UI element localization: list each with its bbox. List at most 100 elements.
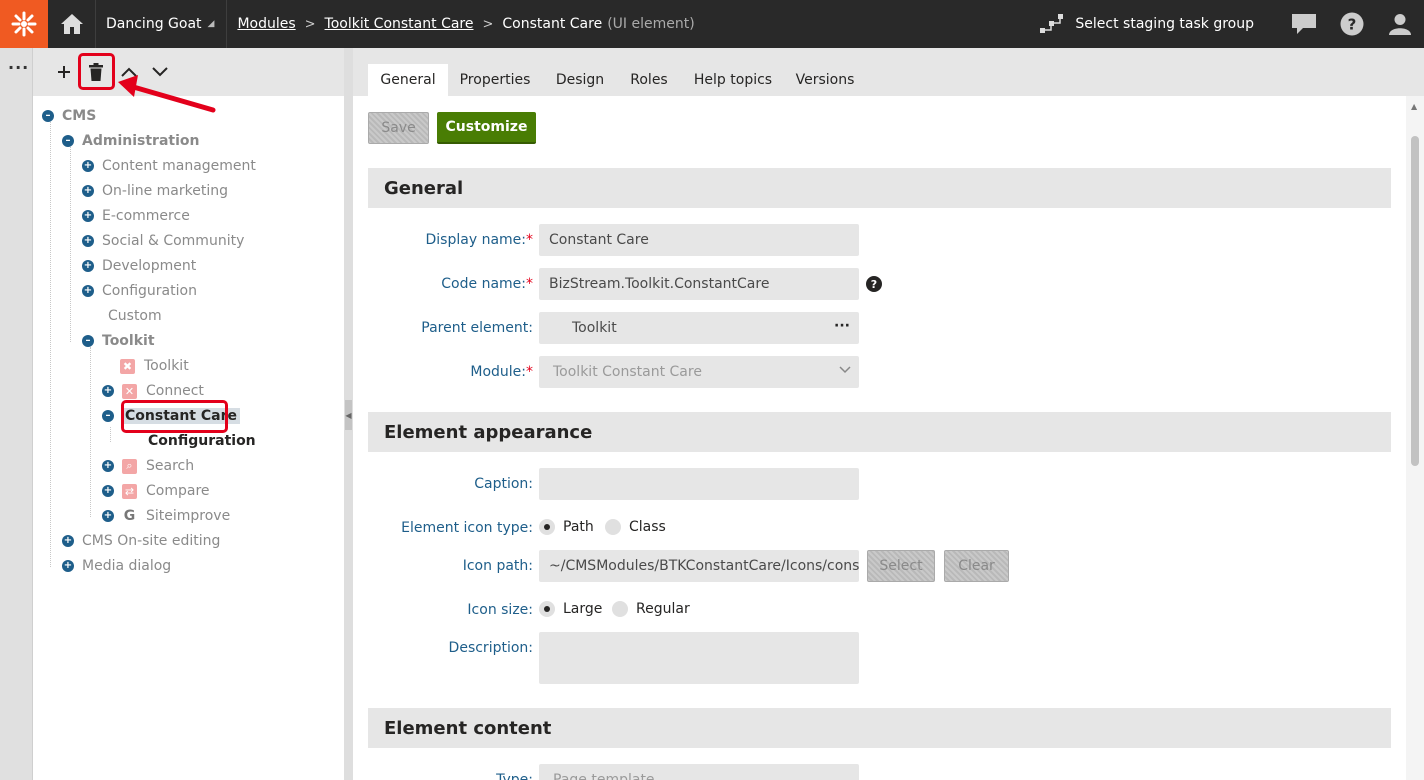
- expand-icon[interactable]: +: [62, 535, 74, 547]
- icon-size-large-radio[interactable]: Large: [539, 601, 602, 617]
- tab-help-topics[interactable]: Help topics: [686, 64, 780, 96]
- collapse-icon[interactable]: –: [42, 110, 54, 122]
- expand-icon[interactable]: +: [62, 560, 74, 572]
- site-selector[interactable]: Dancing Goat ◢: [96, 0, 228, 48]
- tree-node-cms[interactable]: – CMS: [42, 105, 96, 127]
- tree-node-connect[interactable]: + ✕ Connect: [102, 380, 204, 402]
- type-label: Type:: [496, 772, 533, 780]
- tree-node-configuration-child[interactable]: Configuration: [148, 430, 256, 452]
- tree-node-media-dialog[interactable]: + Media dialog: [62, 555, 171, 577]
- chevron-right-icon: >: [482, 16, 494, 32]
- kentico-logo[interactable]: [0, 0, 48, 48]
- expand-icon[interactable]: +: [102, 485, 114, 497]
- help-icon: ?: [1340, 12, 1364, 36]
- collapse-pane-icon[interactable]: ◀: [345, 400, 352, 430]
- chat-button[interactable]: [1280, 0, 1328, 48]
- radio-unchecked-icon: [612, 601, 628, 617]
- collapse-icon[interactable]: –: [62, 135, 74, 147]
- icon-size-regular-radio[interactable]: Regular: [612, 601, 690, 617]
- chevron-right-icon: >: [304, 16, 316, 32]
- breadcrumb-current: Constant Care: [502, 16, 603, 32]
- expand-icon[interactable]: +: [82, 210, 94, 222]
- icon-path-clear-button[interactable]: Clear: [944, 550, 1009, 582]
- scroll-up-icon[interactable]: ▲: [1411, 102, 1417, 111]
- breadcrumb-toolkit-constant-care[interactable]: Toolkit Constant Care: [325, 16, 474, 32]
- expand-icon[interactable]: +: [82, 185, 94, 197]
- tab-versions[interactable]: Versions: [789, 64, 861, 96]
- expand-icon[interactable]: +: [82, 235, 94, 247]
- staging-task-group-selector[interactable]: Select staging task group: [1039, 13, 1254, 35]
- user-icon: [1389, 14, 1411, 35]
- tree-node-administration[interactable]: – Administration: [62, 130, 199, 152]
- chat-icon: [1292, 14, 1316, 34]
- user-menu-button[interactable]: [1376, 0, 1424, 48]
- scroll-thumb[interactable]: [1411, 136, 1419, 466]
- tab-roles[interactable]: Roles: [623, 64, 675, 96]
- tree-node-siteimprove[interactable]: + G Siteimprove: [102, 505, 230, 527]
- caption-field[interactable]: [539, 468, 859, 500]
- expand-icon[interactable]: +: [102, 460, 114, 472]
- breadcrumb-modules[interactable]: Modules: [237, 16, 295, 32]
- tab-design[interactable]: Design: [547, 64, 613, 96]
- tree-node-configuration[interactable]: + Configuration: [82, 280, 197, 302]
- module-select[interactable]: Toolkit Constant Care: [539, 356, 859, 388]
- save-button[interactable]: Save: [368, 112, 429, 144]
- highlight-box-constant-care: [121, 400, 228, 433]
- collapse-icon[interactable]: –: [102, 410, 114, 422]
- tree-node-cms-onsite-editing[interactable]: + CMS On-site editing: [62, 530, 220, 552]
- edit-form: Save Customize General Display name:* Co…: [353, 96, 1406, 780]
- icon-type-path-radio[interactable]: Path: [539, 519, 594, 535]
- help-button[interactable]: ?: [1328, 0, 1376, 48]
- ui-element-tree: – CMS – Administration + Content managem…: [33, 96, 344, 780]
- radio-unchecked-icon: [605, 519, 621, 535]
- tree-node-development[interactable]: + Development: [82, 255, 196, 277]
- tree-node-social-community[interactable]: + Social & Community: [82, 230, 244, 252]
- tree-node-compare[interactable]: + ⇄ Compare: [102, 480, 210, 502]
- logo-icon: [11, 11, 37, 37]
- expand-icon[interactable]: +: [82, 285, 94, 297]
- display-name-field[interactable]: Constant Care: [539, 224, 859, 256]
- add-button[interactable]: [50, 58, 78, 86]
- description-label: Description:: [448, 640, 533, 656]
- app-header: Dancing Goat ◢ Modules > Toolkit Constan…: [0, 0, 1424, 48]
- tree-node-toolkit[interactable]: ✖ Toolkit: [120, 355, 189, 377]
- home-icon: [60, 14, 83, 34]
- more-options-icon[interactable]: ···: [834, 318, 850, 334]
- section-general: General: [368, 168, 1391, 208]
- tab-general[interactable]: General: [368, 64, 448, 96]
- code-name-field[interactable]: BizStream.Toolkit.ConstantCare: [539, 268, 859, 300]
- section-element-content: Element content: [368, 708, 1391, 748]
- tree-node-custom[interactable]: Custom: [108, 305, 162, 327]
- expand-icon[interactable]: +: [82, 260, 94, 272]
- section-element-appearance: Element appearance: [368, 412, 1391, 452]
- expand-icon[interactable]: +: [102, 510, 114, 522]
- parent-element-field[interactable]: Toolkit ···: [539, 312, 859, 344]
- icon-path-field[interactable]: ~/CMSModules/BTKConstantCare/Icons/const…: [539, 550, 859, 582]
- collapse-icon[interactable]: –: [82, 335, 94, 347]
- help-icon[interactable]: ?: [866, 276, 882, 292]
- breadcrumb-type: (UI element): [607, 16, 695, 32]
- expand-icon[interactable]: +: [102, 385, 114, 397]
- icon-path-select-button[interactable]: Select: [867, 550, 935, 582]
- tab-bar: General Properties Design Roles Help top…: [353, 48, 1424, 96]
- tree-node-ecommerce[interactable]: + E-commerce: [82, 205, 190, 227]
- icon-type-class-radio[interactable]: Class: [605, 519, 666, 535]
- tree-node-toolkit-group[interactable]: – Toolkit: [82, 330, 155, 352]
- tab-properties[interactable]: Properties: [453, 64, 537, 96]
- left-strip: ···: [0, 48, 33, 780]
- compare-icon: ⇄: [122, 483, 137, 499]
- type-select[interactable]: Page template: [539, 764, 859, 780]
- main-scrollbar[interactable]: ▲: [1406, 96, 1424, 780]
- radio-checked-icon: [539, 519, 555, 535]
- more-options-icon[interactable]: ···: [8, 58, 29, 77]
- customize-button[interactable]: Customize: [437, 112, 536, 144]
- tree-node-online-marketing[interactable]: + On-line marketing: [82, 180, 228, 202]
- expand-icon[interactable]: +: [82, 160, 94, 172]
- site-name: Dancing Goat: [106, 16, 202, 32]
- home-button[interactable]: [48, 0, 96, 48]
- tree-node-search[interactable]: + ⌕ Search: [102, 455, 194, 477]
- tree-node-content-management[interactable]: + Content management: [82, 155, 256, 177]
- annotation-arrow: [118, 75, 216, 113]
- description-textarea[interactable]: [539, 632, 859, 684]
- pane-splitter[interactable]: ◀: [344, 48, 353, 780]
